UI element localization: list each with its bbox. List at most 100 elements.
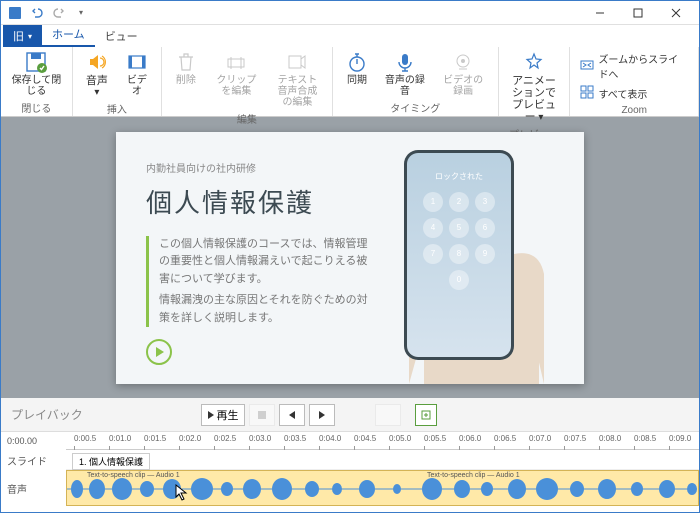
show-all-button[interactable]: すべて表示 — [576, 83, 692, 104]
edit-clip-icon — [225, 51, 247, 73]
file-tab[interactable]: 旧▾ — [3, 25, 42, 47]
play-icon[interactable] — [146, 339, 172, 365]
record-label: 音声の録音 — [383, 75, 427, 97]
tts-icon — [286, 51, 308, 73]
ruler-tick: 0:02.5 — [214, 434, 236, 443]
undo-button[interactable] — [27, 3, 47, 23]
ruler-tick: 0:09.0 — [669, 434, 691, 443]
star-icon — [523, 51, 545, 73]
keypad-key: 0 — [449, 270, 469, 290]
slide-track[interactable]: 1. 個人情報保護 — [66, 450, 699, 470]
zoom-timeline-button[interactable] — [415, 404, 437, 426]
playback-bar: プレイバック 再生 — [1, 398, 699, 432]
record-video-button: ビデオの録画 — [435, 49, 492, 99]
mic-icon — [394, 51, 416, 73]
quick-access-toolbar: ▾ — [5, 3, 91, 23]
keypad-key: 2 — [449, 192, 469, 212]
anim-label: アニメーションでプレビュー ▾ — [509, 75, 560, 123]
phone-illustration: ロックされた 1 2 3 4 5 6 7 8 9 0 — [404, 150, 514, 360]
prev-button[interactable] — [279, 404, 305, 426]
ribbon-group-edit: 削除 クリップを編集 テキスト音声合成の編集 編集 — [162, 47, 333, 116]
ribbon-group-insert: 音声 ▾ ビデオ 挿入 — [73, 47, 162, 116]
video-button[interactable]: ビデオ — [119, 49, 155, 99]
maximize-button[interactable] — [619, 1, 657, 25]
timeline-start: 0:00.00 — [1, 432, 66, 450]
edit-clip-label: クリップを編集 — [212, 75, 261, 97]
ribbon-group-timing: 同期 音声の録音 ビデオの録画 タイミング — [333, 47, 499, 116]
group-label: 挿入 — [79, 100, 155, 117]
slide-illustration: ロックされた 1 2 3 4 5 6 7 8 9 0 — [376, 160, 554, 356]
keypad-key: 6 — [475, 218, 495, 238]
edit-clip-button: クリップを編集 — [208, 49, 265, 99]
slide-track-label: スライド — [1, 450, 66, 470]
slide-body-2: 情報漏洩の主な原因とそれを防ぐための対策を詳しく説明します。 — [159, 292, 376, 327]
keypad-key: 7 — [423, 244, 443, 264]
ruler-tick: 0:01.0 — [109, 434, 131, 443]
audio-track-label: 音声 — [1, 470, 66, 506]
film-icon — [126, 51, 148, 73]
ruler-tick: 0:08.0 — [599, 434, 621, 443]
playback-label: プレイバック — [11, 406, 101, 423]
sync-label: 同期 — [347, 75, 367, 86]
zoom-fit-button[interactable]: ズームからスライドへ — [576, 49, 692, 83]
audio-track[interactable]: Text-to-speech clip — Audio 1 Text-to-sp… — [66, 470, 699, 506]
slide-chip[interactable]: 1. 個人情報保護 — [72, 453, 150, 470]
delete-button: 削除 — [168, 49, 204, 88]
save-close-label: 保存して閉じる — [11, 75, 62, 97]
play-button[interactable]: 再生 — [201, 404, 245, 426]
keypad-key: 5 — [449, 218, 469, 238]
home-tab[interactable]: ホーム — [42, 23, 95, 47]
keypad-key: 3 — [475, 192, 495, 212]
audio-button[interactable]: 音声 ▾ — [79, 49, 115, 100]
ribbon-group-close: 保存して閉じる 閉じる — [1, 47, 73, 116]
phone-lock-text: ロックされた — [435, 171, 483, 182]
slide-body-1: この個人情報保護のコースでは、情報管理の重要性と個人情報漏えいで起こりえる被害に… — [159, 236, 376, 289]
cursor-icon — [172, 483, 190, 503]
record-audio-button[interactable]: 音声の録音 — [379, 49, 431, 99]
ruler-tick: 0:01.5 — [144, 434, 166, 443]
trash-icon — [175, 51, 197, 73]
ribbon-group-zoom: ズームからスライドへ すべて表示 Zoom — [570, 47, 699, 116]
slide-preview[interactable]: 内勤社員向けの社内研修 個人情報保護 この個人情報保護のコースでは、情報管理の重… — [116, 132, 584, 384]
view-tab[interactable]: ビュー — [95, 25, 148, 47]
ruler-tick: 0:07.0 — [529, 434, 551, 443]
title-bar: ▾ — [1, 1, 699, 25]
anim-preview-button[interactable]: アニメーションでプレビュー ▾ — [505, 49, 564, 125]
tts-label: テキスト音声合成の編集 — [273, 75, 322, 108]
timeline-ruler[interactable]: 0:00.50:01.00:01.50:02.00:02.50:03.00:03… — [66, 432, 699, 450]
minimize-button[interactable] — [581, 1, 619, 25]
close-button[interactable] — [657, 1, 695, 25]
window-controls — [581, 1, 695, 25]
group-label: タイミング — [339, 99, 492, 116]
ruler-tick: 0:06.0 — [459, 434, 481, 443]
slide-eyebrow: 内勤社員向けの社内研修 — [146, 160, 376, 175]
app-icon[interactable] — [5, 3, 25, 23]
ribbon: 保存して閉じる 閉じる 音声 ▾ ビデオ 挿入 削除 クリップを編集 — [1, 47, 699, 117]
file-tab-label: 旧 — [13, 28, 24, 44]
group-label: 編集 — [168, 110, 326, 127]
keypad-key: 4 — [423, 218, 443, 238]
zoom-fit-icon — [580, 58, 594, 75]
ruler-tick: 0:05.5 — [424, 434, 446, 443]
speaker-icon — [86, 51, 108, 73]
next-button[interactable] — [309, 404, 335, 426]
ruler-tick: 0:06.5 — [494, 434, 516, 443]
save-close-button[interactable]: 保存して閉じる — [7, 49, 66, 99]
zoom-fit-label: ズームからスライドへ — [598, 51, 688, 81]
timeline: 0:00.00 スライド 音声 0:00.50:01.00:01.50:02.0… — [1, 432, 699, 512]
group-label: Zoom — [576, 104, 692, 117]
play-button-label: 再生 — [217, 407, 239, 423]
keypad-key: 8 — [449, 244, 469, 264]
marker-button — [375, 404, 401, 426]
sync-button[interactable]: 同期 — [339, 49, 375, 88]
qat-dropdown[interactable]: ▾ — [71, 3, 91, 23]
audio-label: 音声 ▾ — [83, 75, 111, 98]
ruler-tick: 0:03.5 — [284, 434, 306, 443]
save-close-icon — [25, 51, 47, 73]
webcam-icon — [452, 51, 474, 73]
show-all-icon — [580, 85, 594, 102]
redo-button[interactable] — [49, 3, 69, 23]
ruler-tick: 0:03.0 — [249, 434, 271, 443]
slide-title: 個人情報保護 — [146, 183, 376, 220]
tts-edit-button: テキスト音声合成の編集 — [269, 49, 326, 110]
